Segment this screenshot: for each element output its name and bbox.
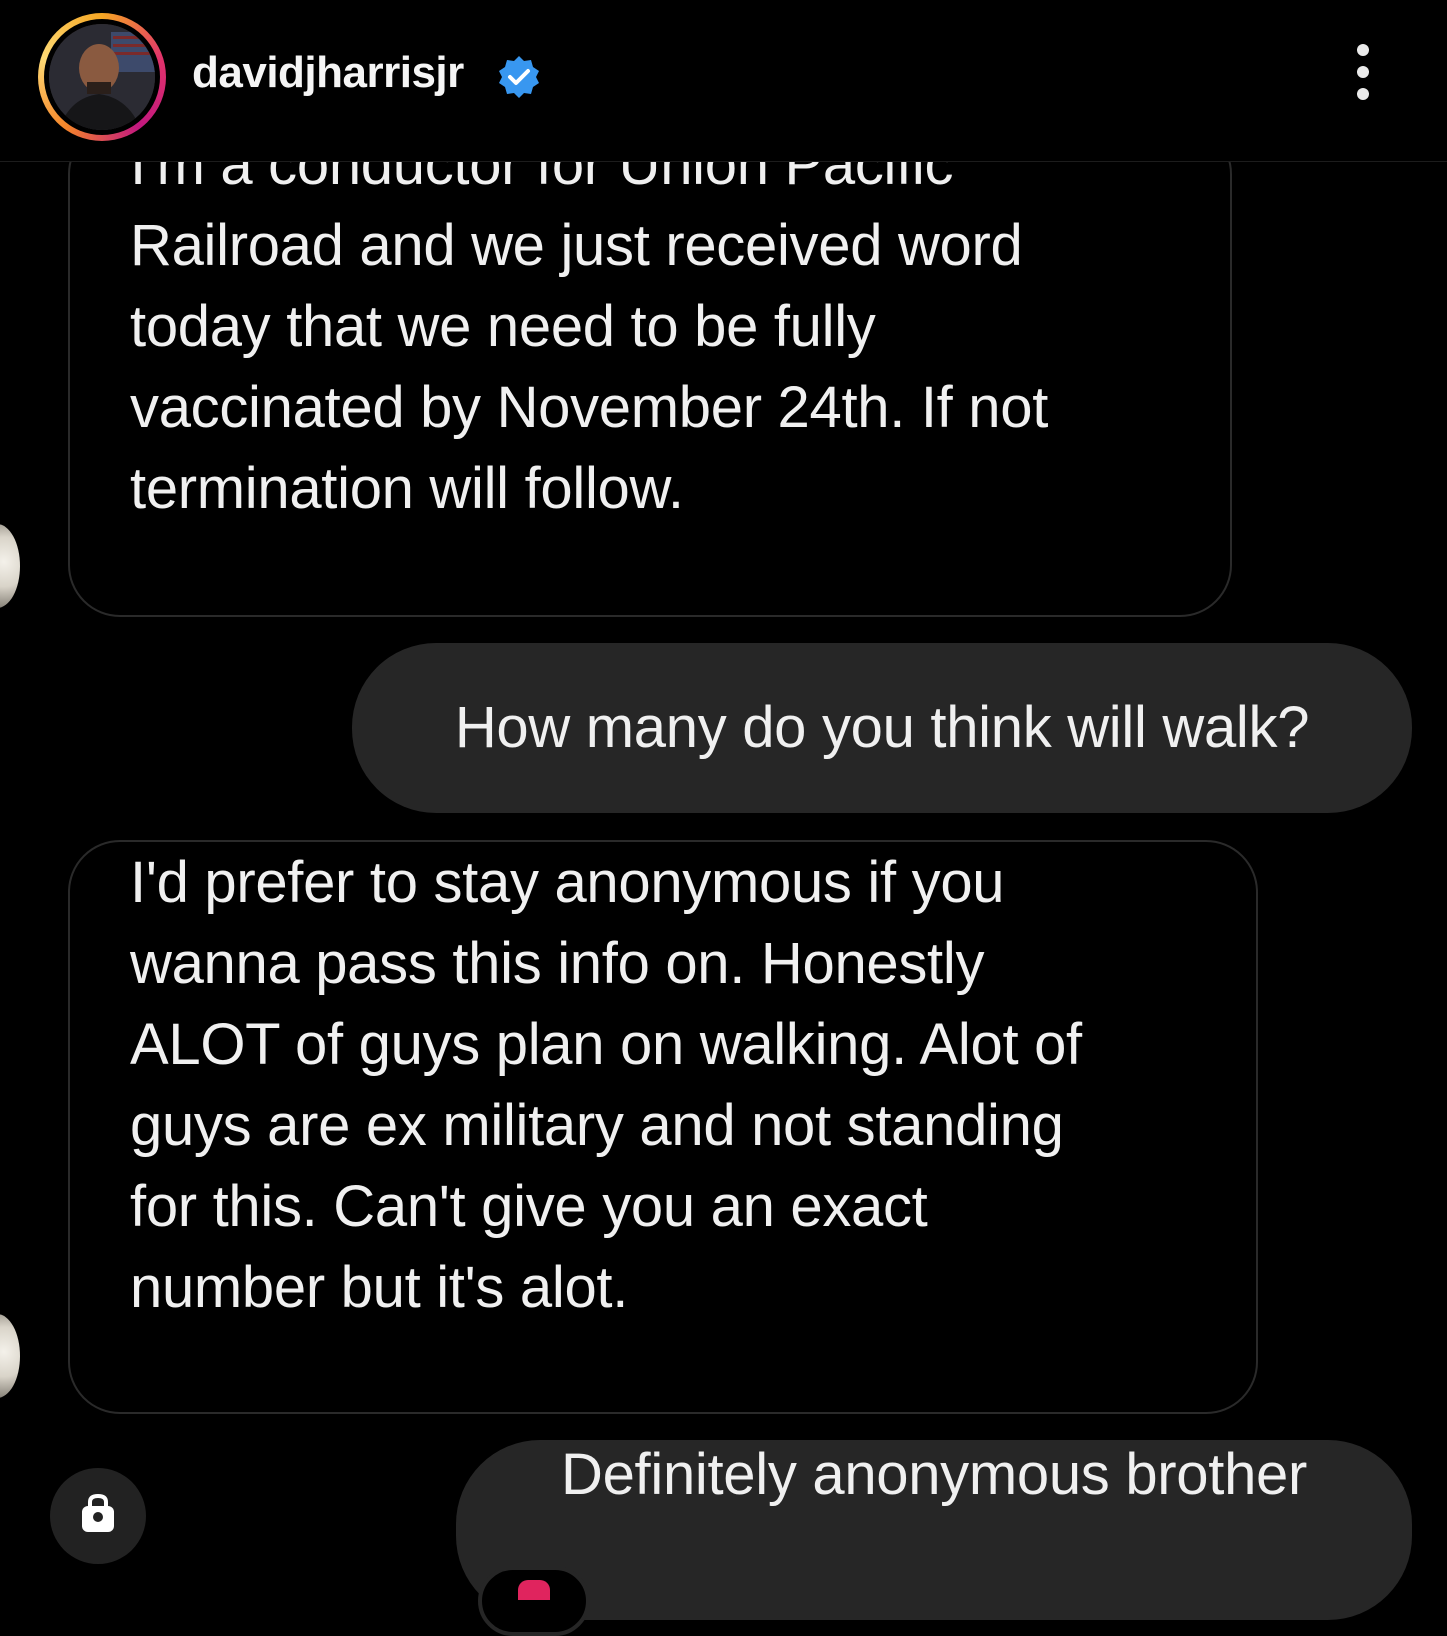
camera-icon bbox=[82, 1493, 114, 1532]
more-options-button[interactable] bbox=[1353, 44, 1373, 102]
message-text: today that we need to be fully bbox=[130, 294, 876, 359]
message-reaction[interactable] bbox=[478, 1566, 590, 1636]
message-text: wanna pass this info on. Honestly bbox=[130, 931, 985, 996]
incoming-message[interactable]: I'm a conductor for Union Pacific Railro… bbox=[68, 122, 1232, 617]
message-text: Railroad and we just received word bbox=[130, 213, 1023, 278]
chat-username[interactable]: davidjharrisjr bbox=[192, 48, 464, 98]
message-text: guys are ex military and not standing bbox=[130, 1093, 1064, 1158]
sender-avatar[interactable] bbox=[0, 1314, 20, 1398]
message-text: for this. Can't give you an exact bbox=[130, 1174, 928, 1239]
outgoing-message[interactable]: How many do you think will walk? bbox=[352, 643, 1412, 813]
message-text: How many do you think will walk? bbox=[454, 695, 1310, 760]
chat-header: davidjharrisjr bbox=[0, 0, 1447, 162]
message-text: termination will follow. bbox=[130, 456, 684, 521]
message-text: vaccinated by November 24th. If not bbox=[130, 375, 1049, 440]
incoming-message[interactable]: I'd prefer to stay anonymous if you wann… bbox=[68, 840, 1258, 1414]
message-text: number but it's alot. bbox=[130, 1255, 629, 1320]
message-text: I'd prefer to stay anonymous if you bbox=[130, 850, 1005, 915]
message-text: Definitely anonymous brother bbox=[561, 1442, 1307, 1507]
profile-photo bbox=[49, 24, 155, 130]
camera-button[interactable] bbox=[50, 1468, 146, 1564]
person-photo-icon bbox=[49, 24, 155, 130]
message-text: ALOT of guys plan on walking. Alot of bbox=[130, 1012, 1082, 1077]
more-vertical-icon bbox=[1357, 44, 1369, 56]
outgoing-message[interactable]: Definitely anonymous brother bbox=[456, 1440, 1412, 1620]
profile-avatar[interactable] bbox=[38, 13, 166, 141]
verified-badge-icon bbox=[499, 56, 539, 98]
sender-avatar[interactable] bbox=[0, 524, 20, 608]
heart-icon bbox=[518, 1580, 550, 1600]
